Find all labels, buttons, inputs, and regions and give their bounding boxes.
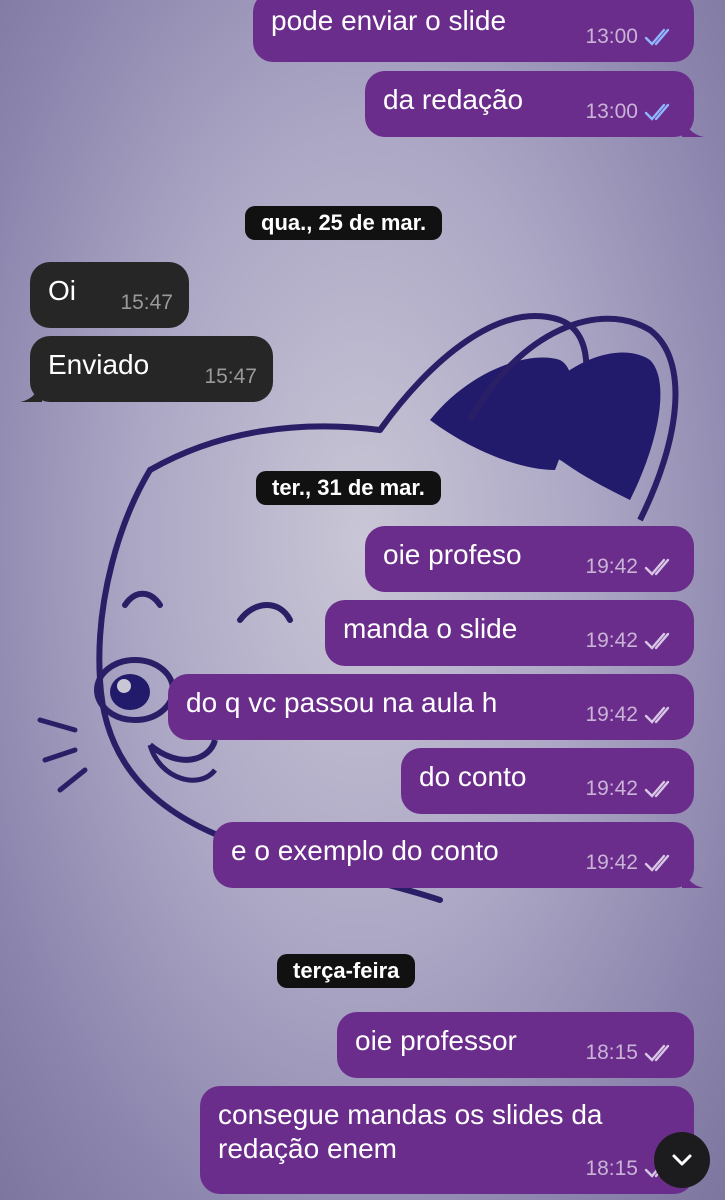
message-time: 18:15 — [585, 1041, 638, 1064]
date-separator: qua., 25 de mar. — [245, 206, 443, 240]
message-time: 13:00 — [585, 25, 638, 48]
message-meta: 15:47 — [120, 286, 173, 320]
message-meta: 19:42 — [585, 624, 678, 658]
message-time: 19:42 — [585, 703, 638, 726]
delivered-ticks-icon — [644, 557, 678, 577]
bubble-tail — [20, 380, 42, 402]
message-bubble-outgoing[interactable]: oie professor 18:15 — [337, 1012, 694, 1078]
message-meta: 15:47 — [204, 360, 257, 394]
message-bubble-outgoing[interactable]: e o exemplo do conto 19:42 — [213, 822, 704, 888]
chat-thread[interactable]: pode enviar o slide 13:00 da redação 13:… — [0, 0, 725, 1200]
message-meta: 19:42 — [585, 846, 678, 880]
message-bubble-outgoing[interactable]: oie profeso 19:42 — [365, 526, 694, 592]
delivered-ticks-icon — [644, 631, 678, 651]
message-bubble-outgoing[interactable]: do q vc passou na aula h 19:42 — [168, 674, 694, 740]
date-separator: ter., 31 de mar. — [256, 471, 441, 505]
message-time: 19:42 — [585, 629, 638, 652]
delivered-ticks-icon — [644, 779, 678, 799]
message-text-line-1: consegue mandas os slides da — [218, 1099, 603, 1130]
message-meta: 13:00 — [585, 20, 678, 54]
read-ticks-icon — [644, 102, 678, 122]
bubble-tail — [682, 115, 704, 137]
message-time: 15:47 — [204, 365, 257, 388]
message-meta: 19:42 — [585, 550, 678, 584]
message-time: 19:42 — [585, 851, 638, 874]
message-time: 13:00 — [585, 100, 638, 123]
message-bubble-outgoing[interactable]: da redação 13:00 — [365, 71, 704, 137]
message-time: 15:47 — [120, 291, 173, 314]
message-bubble-outgoing[interactable]: pode enviar o slide 13:00 — [253, 0, 694, 62]
bubble-tail — [682, 866, 704, 888]
delivered-ticks-icon — [644, 1043, 678, 1063]
read-ticks-icon — [644, 27, 678, 47]
message-bubble-incoming[interactable]: Enviado 15:47 — [20, 336, 273, 402]
message-bubble-outgoing[interactable]: consegue mandas os slides da redação ene… — [200, 1086, 694, 1194]
message-time: 18:15 — [585, 1157, 638, 1180]
chevron-down-icon — [672, 1154, 692, 1166]
message-time: 19:42 — [585, 777, 638, 800]
message-bubble-outgoing[interactable]: do conto 19:42 — [401, 748, 694, 814]
message-meta: 18:15 — [585, 1036, 678, 1070]
scroll-to-bottom-button[interactable] — [654, 1132, 710, 1188]
message-bubble-incoming[interactable]: Oi 15:47 — [30, 262, 189, 328]
message-meta: 19:42 — [585, 772, 678, 806]
delivered-ticks-icon — [644, 705, 678, 725]
message-meta: 13:00 — [585, 95, 678, 129]
date-separator: terça-feira — [277, 954, 416, 988]
message-bubble-outgoing[interactable]: manda o slide 19:42 — [325, 600, 694, 666]
message-meta: 19:42 — [585, 698, 678, 732]
message-time: 19:42 — [585, 555, 638, 578]
delivered-ticks-icon — [644, 853, 678, 873]
